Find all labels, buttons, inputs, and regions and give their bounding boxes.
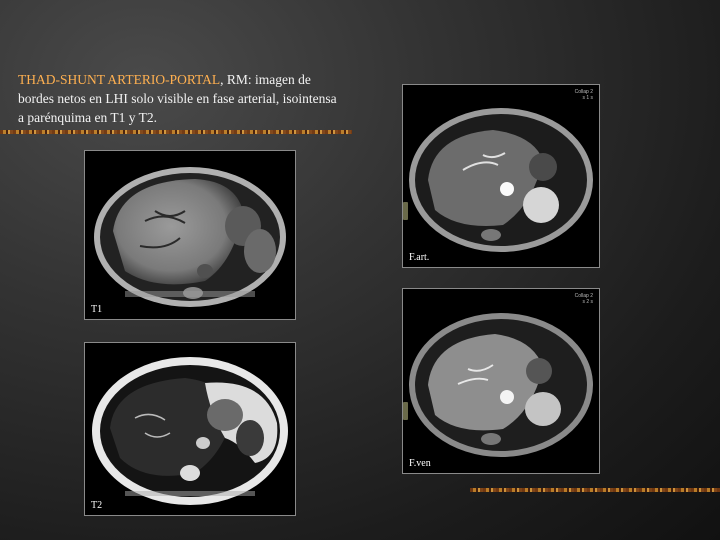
mri-image-arterial-phase: Collap 2s 1 s F.art. bbox=[402, 84, 600, 268]
edge-tab-marker bbox=[403, 202, 408, 220]
mri-scan-t1-graphic bbox=[94, 167, 286, 307]
mri-image-t2: T2 bbox=[84, 342, 296, 516]
decorative-divider-top bbox=[0, 130, 352, 134]
scan-corner-info-venous: Collap 2s 2 s bbox=[574, 293, 593, 305]
decorative-divider-bottom bbox=[470, 488, 720, 492]
mri-scan-t2-graphic bbox=[92, 357, 288, 505]
panel-label-arterial: F.art. bbox=[409, 252, 430, 263]
panel-label-t2: T2 bbox=[91, 500, 103, 511]
panel-label-venous: F.ven bbox=[409, 458, 431, 469]
panel-label-t1: T1 bbox=[91, 304, 103, 315]
mri-image-t1: T1 bbox=[84, 150, 296, 320]
caption-highlight: THAD-SHUNT ARTERIO-PORTAL bbox=[18, 72, 221, 87]
edge-tab-marker bbox=[403, 402, 408, 420]
mri-scan-venous-graphic bbox=[409, 313, 593, 457]
slide-caption: THAD-SHUNT ARTERIO-PORTAL, RM: imagen de… bbox=[18, 70, 338, 127]
mri-scan-arterial-graphic bbox=[409, 108, 593, 252]
scan-corner-info-arterial: Collap 2s 1 s bbox=[574, 89, 593, 101]
mri-image-venous-phase: Collap 2s 2 s F.ven bbox=[402, 288, 600, 474]
